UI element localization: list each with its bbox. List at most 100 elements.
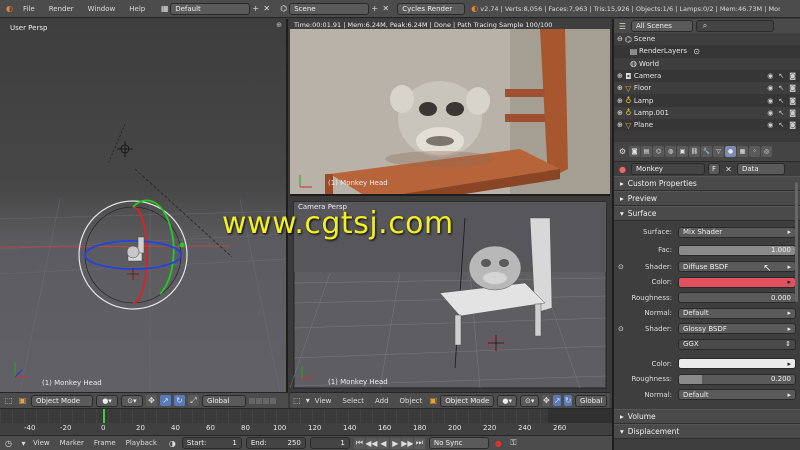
current-frame-field[interactable]: 1 <box>309 437 350 449</box>
left-pivot-select[interactable]: ⊙▾ <box>121 394 143 407</box>
timeline-menu-view[interactable]: View <box>33 439 50 447</box>
layout-select[interactable]: Default <box>170 2 251 15</box>
sync-select[interactable]: No Sync <box>428 437 489 449</box>
menu-view[interactable]: View <box>315 397 332 405</box>
properties-editor-icon[interactable]: ⚙ <box>617 146 628 157</box>
jump-start-icon[interactable]: ⏮ <box>353 437 365 449</box>
distribution-select[interactable]: GGX ⇕ <box>678 338 796 350</box>
eye-icon[interactable]: ◉ <box>767 72 773 80</box>
next-keyframe-icon[interactable]: ▶▶ <box>401 437 414 449</box>
start-frame-field[interactable]: Start: 1 <box>181 437 242 449</box>
outliner-row-lamp[interactable]: ⊕ ♁ Lamp ◉ ↖ ◙ <box>614 94 800 107</box>
keying-set-icon[interactable]: ⚿ <box>508 438 519 449</box>
shader1-select[interactable]: Diffuse BSDF ▸ <box>678 261 796 273</box>
normal2-select[interactable]: Default ▸ <box>678 389 796 401</box>
cursor-icon[interactable]: ↖ <box>778 72 784 80</box>
panel-preview[interactable]: ▸ Preview <box>614 191 800 206</box>
visibility-toggles[interactable]: ◉ ↖ ◙ <box>767 109 796 117</box>
shader2-select[interactable]: Glossy BSDF ▸ <box>678 323 796 335</box>
cursor-icon[interactable]: ↖ <box>778 84 784 92</box>
menu-render[interactable]: Render <box>49 5 74 13</box>
tab-particles[interactable]: ⁘ <box>749 146 760 157</box>
cursor-icon[interactable]: ↖ <box>778 97 784 105</box>
tab-constraints[interactable]: ⛓ <box>689 146 700 157</box>
prev-keyframe-icon[interactable]: ◀◀ <box>365 437 378 449</box>
camera-render-icon[interactable]: ◙ <box>789 109 796 117</box>
rotate-icon[interactable]: ↻ <box>174 395 185 406</box>
visibility-toggles[interactable]: ◉ ↖ ◙ <box>767 121 796 129</box>
menu-select[interactable]: Select <box>342 397 364 405</box>
tab-render[interactable]: ◙ <box>629 146 640 157</box>
color1-swatch[interactable]: ▸ <box>678 276 796 288</box>
scene-icon[interactable]: ⌬ <box>278 3 289 14</box>
scale-icon[interactable]: ⤢ <box>188 395 199 406</box>
fake-user-button[interactable]: F <box>708 163 720 175</box>
outliner-row-floor[interactable]: ⊕ ▽ Floor ◉ ↖ ◙ <box>614 82 800 95</box>
socket-icon[interactable]: ⊙ <box>618 325 624 333</box>
material-link-select[interactable]: Data <box>737 163 785 175</box>
menu-add[interactable]: Add <box>375 397 389 405</box>
outliner-row-renderlayers[interactable]: ▤ RenderLayers ⊙ <box>614 45 800 58</box>
eye-icon[interactable]: ◉ <box>767 121 773 129</box>
tab-object[interactable]: ▣ <box>677 146 688 157</box>
remove-scene-icon[interactable]: ✕ <box>380 3 391 14</box>
material-name-field[interactable]: Monkey <box>631 163 705 175</box>
editor-type-icon[interactable]: ⬚ <box>3 395 14 406</box>
panel-volume[interactable]: ▸ Volume <box>614 408 800 424</box>
eye-icon[interactable]: ◉ <box>767 84 773 92</box>
translate-icon[interactable]: ↗ <box>160 395 171 406</box>
tab-physics[interactable]: ◎ <box>761 146 772 157</box>
render-preview-viewport[interactable]: Time:00:01.91 | Mem:6.24M, Peak:6.24M | … <box>290 19 610 196</box>
remove-layout-icon[interactable]: ✕ <box>261 3 272 14</box>
camera-pivot-select[interactable]: ⊙▾ <box>519 394 540 407</box>
camera-orientation-select[interactable]: Global <box>574 394 607 407</box>
color2-swatch[interactable]: ▸ <box>678 358 796 370</box>
timeline-menu-marker[interactable]: Marker <box>60 439 84 447</box>
record-icon[interactable]: ● <box>493 438 504 449</box>
play-icon[interactable]: ▶ <box>389 437 401 449</box>
timeline-header-toggle-icon[interactable]: ▾ <box>18 438 29 449</box>
timeline-ruler[interactable]: -40 -20 0 20 40 60 80 100 120 140 160 18… <box>0 408 612 435</box>
socket-icon[interactable]: ⊙ <box>618 263 624 271</box>
roughness1-slider[interactable]: 0.000 <box>678 292 796 304</box>
timeline-menu-playback[interactable]: Playback <box>126 439 157 447</box>
layer-buttons[interactable] <box>249 397 276 404</box>
menu-help[interactable]: Help <box>129 5 145 13</box>
camera-shading-select[interactable]: ●▾ <box>497 394 517 407</box>
jump-end-icon[interactable]: ⏭ <box>413 437 425 449</box>
menu-window[interactable]: Window <box>88 5 116 13</box>
panel-displacement[interactable]: ▾ Displacement <box>614 423 800 439</box>
left-mode-select[interactable]: Object Mode <box>31 394 93 407</box>
add-scene-icon[interactable]: + <box>369 3 380 14</box>
tab-data[interactable]: ▽ <box>713 146 724 157</box>
visibility-toggles[interactable]: ◉ ↖ ◙ <box>767 72 796 80</box>
camera-manipulator-icon[interactable]: ✥ <box>542 395 551 406</box>
outliner-row-lamp001[interactable]: ⊕ ♁ Lamp.001 ◉ ↖ ◙ <box>614 106 800 120</box>
outliner-row-camera[interactable]: ⊕ ◘ Camera ◉ ↖ ◙ <box>614 69 800 83</box>
blender-logo-icon[interactable]: ◐ <box>4 3 15 14</box>
camera-render-icon[interactable]: ◙ <box>789 72 796 80</box>
camera-rotate-icon[interactable]: ↻ <box>564 395 572 406</box>
cursor-icon[interactable]: ↖ <box>778 121 784 129</box>
roughness2-slider[interactable]: 0.200 <box>678 373 796 385</box>
left-shading-select[interactable]: ●▾ <box>96 394 118 407</box>
panel-custom-properties[interactable]: ▸ Custom Properties <box>614 176 800 191</box>
layout-icon[interactable]: ▦ <box>159 3 170 14</box>
eye-icon[interactable]: ◉ <box>767 109 773 117</box>
camera-render-icon[interactable]: ◙ <box>789 121 796 129</box>
camera-header-toggle-icon[interactable]: ▾ <box>304 395 312 406</box>
timeline-menu-frame[interactable]: Frame <box>94 439 116 447</box>
camera-translate-icon[interactable]: ↗ <box>553 395 562 406</box>
tab-modifiers[interactable]: 🔧 <box>701 146 712 157</box>
outliner-row-plane[interactable]: ⊕ ▽ Plane ◉ ↖ ◙ <box>614 119 800 132</box>
normal1-select[interactable]: Default ▸ <box>678 307 796 319</box>
outliner-row-scene[interactable]: ⊖ ⌬ Scene <box>614 33 800 46</box>
visibility-toggles[interactable]: ◉ ↖ ◙ <box>767 84 796 92</box>
end-frame-field[interactable]: End: 250 <box>245 437 306 449</box>
fac-slider[interactable]: 1.000 <box>678 244 796 256</box>
camera-render-icon[interactable]: ◙ <box>789 97 796 105</box>
play-reverse-icon[interactable]: ◀ <box>377 437 389 449</box>
camera-render-icon[interactable]: ◙ <box>789 84 796 92</box>
tab-texture[interactable]: ▦ <box>737 146 748 157</box>
cursor-icon[interactable]: ↖ <box>778 109 784 117</box>
